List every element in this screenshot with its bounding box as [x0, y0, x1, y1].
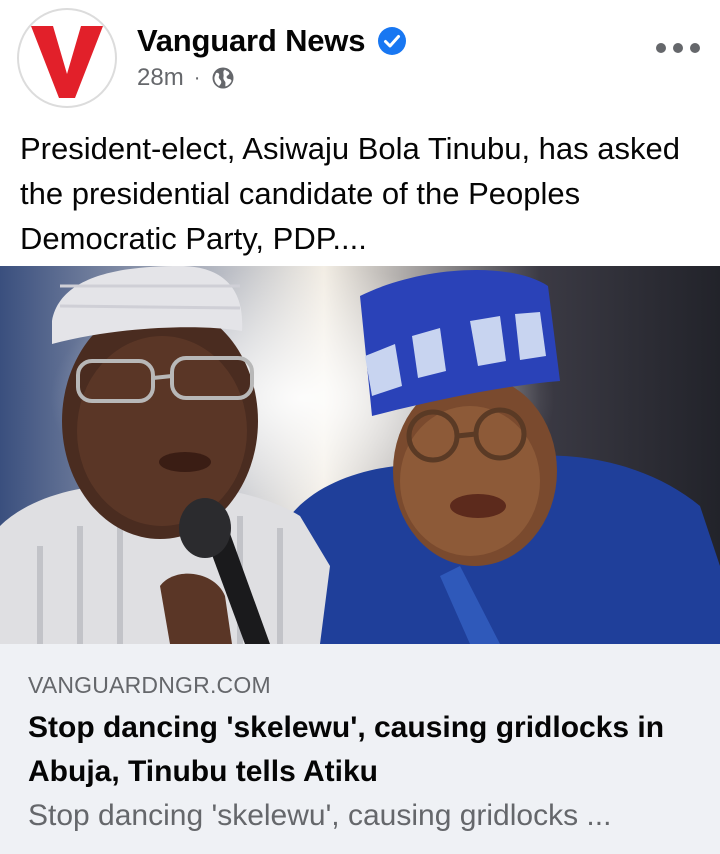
post-header: V Vanguard News 28m · — [0, 0, 720, 118]
post-timestamp[interactable]: 28m — [137, 64, 184, 92]
page-name[interactable]: Vanguard News — [137, 23, 365, 59]
verified-badge-icon — [378, 27, 407, 55]
link-domain: VANGUARDNGR.COM — [28, 672, 271, 698]
globe-icon — [212, 67, 234, 89]
meta-separator: · — [193, 66, 201, 89]
page-name-row: Vanguard News — [137, 20, 407, 62]
post-image[interactable] — [0, 266, 720, 644]
post-meta: 28m · — [137, 62, 235, 94]
link-title[interactable]: Stop dancing 'skelewu', causing gridlock… — [28, 706, 708, 794]
more-options-icon — [656, 43, 666, 53]
link-description: Stop dancing 'skelewu', causing gridlock… — [28, 799, 612, 832]
post-text: President-elect, Asiwaju Bola Tinubu, ha… — [20, 131, 680, 256]
more-options-button[interactable] — [656, 36, 700, 60]
vanguard-logo-icon: V — [19, 10, 103, 98]
avatar-letter: V — [19, 10, 20, 11]
news-photo — [0, 266, 720, 644]
page-avatar[interactable]: V — [17, 8, 117, 108]
